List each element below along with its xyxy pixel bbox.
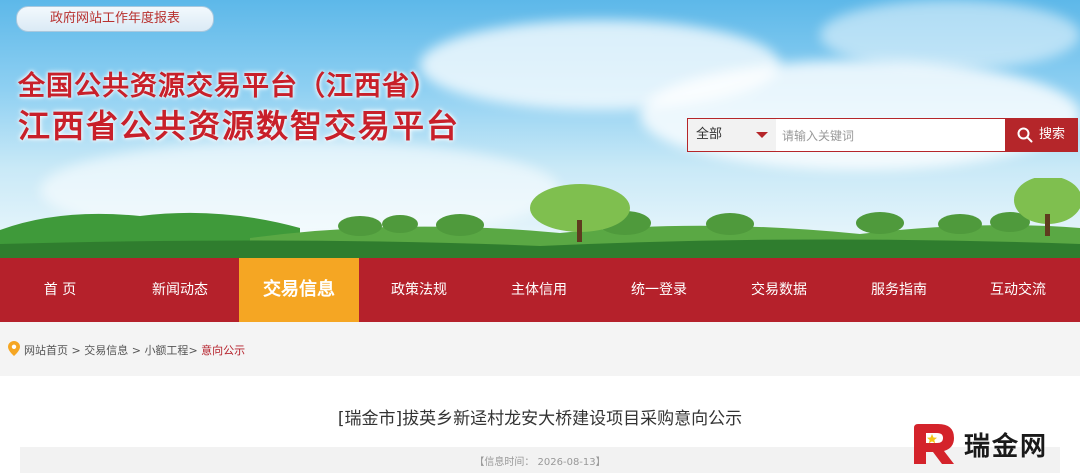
notice-publish-time: 【信息时间： 2026-08-13】 [474,457,606,468]
watermark: 瑞金网 [908,420,1078,468]
main-nav: 首 页 新闻动态 交易信息 政策法规 主体信用 统一登录 交易数据 服务指南 互… [0,258,1080,322]
nav-item-trading-data[interactable]: 交易数据 [719,258,839,322]
search-button-label: 搜索 [1039,127,1066,142]
watermark-text: 瑞金网 [964,432,1049,462]
nav-item-news[interactable]: 新闻动态 [120,258,240,322]
search-scope-select[interactable]: 全部 [688,119,776,151]
ruijin-logo-icon [914,424,954,464]
search-scope-label: 全部 [696,127,723,142]
breadcrumb: 网站首页 > 交易信息 > 小额工程> 意向公示 [24,342,245,358]
cloud [640,60,1080,170]
breadcrumb-separator: > [188,344,202,357]
breadcrumb-separator: > [128,344,145,357]
search-input[interactable] [780,121,1004,151]
hills-and-trees-illustration [0,178,1080,258]
breadcrumb-separator: > [68,344,85,357]
nav-item-credit[interactable]: 主体信用 [479,258,599,322]
site-title-line1: 全国公共资源交易平台（江西省） [18,71,438,102]
nav-item-trading-info[interactable]: 交易信息 [239,258,359,322]
annual-report-link[interactable]: 政府网站工作年度报表 [16,6,214,32]
search-bar: 全部 搜索 [687,118,1078,152]
site-title-line2: 江西省公共资源数智交易平台 [18,107,461,145]
nav-item-login[interactable]: 统一登录 [599,258,719,322]
nav-item-service-guide[interactable]: 服务指南 [839,258,959,322]
breadcrumb-trading-info[interactable]: 交易信息 [84,344,128,357]
breadcrumb-home[interactable]: 网站首页 [24,344,68,357]
cloud [820,0,1080,70]
nav-item-interaction[interactable]: 互动交流 [958,258,1078,322]
nav-item-home[interactable]: 首 页 [0,258,120,322]
breadcrumb-small-projects[interactable]: 小额工程 [144,344,188,357]
notice-meta-bar: 【信息时间： 2026-08-13】 [20,447,1060,473]
location-pin-icon [8,341,20,356]
caret-down-icon [756,132,768,138]
breadcrumb-bar: 网站首页 > 交易信息 > 小额工程> 意向公示 [0,322,1080,376]
search-icon [1017,127,1033,143]
breadcrumb-current: 意向公示 [201,344,246,357]
nav-item-policies[interactable]: 政策法规 [359,258,479,322]
search-button[interactable]: 搜索 [1005,119,1077,151]
